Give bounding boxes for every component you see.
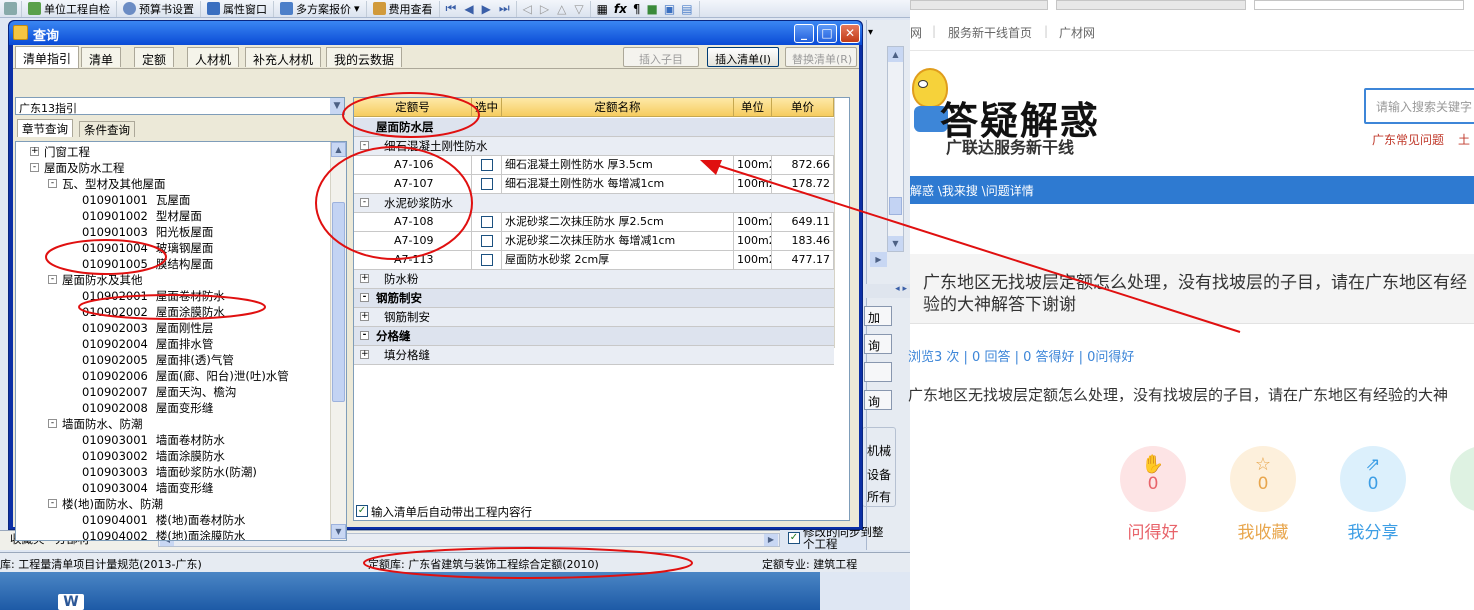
annotation-ellipse-tree-group: [45, 239, 167, 275]
annotation-overlay: [45, 92, 1241, 579]
annotation-ellipse-roof-waterproof: [342, 92, 480, 138]
annotation-ellipse-quota-rows: [315, 146, 473, 260]
annotation-arrow: [706, 161, 1241, 333]
arrow-head-icon: [700, 160, 722, 175]
annotation-ellipse-tree-item: [78, 294, 266, 320]
annotation-ellipse-status: [363, 547, 693, 579]
